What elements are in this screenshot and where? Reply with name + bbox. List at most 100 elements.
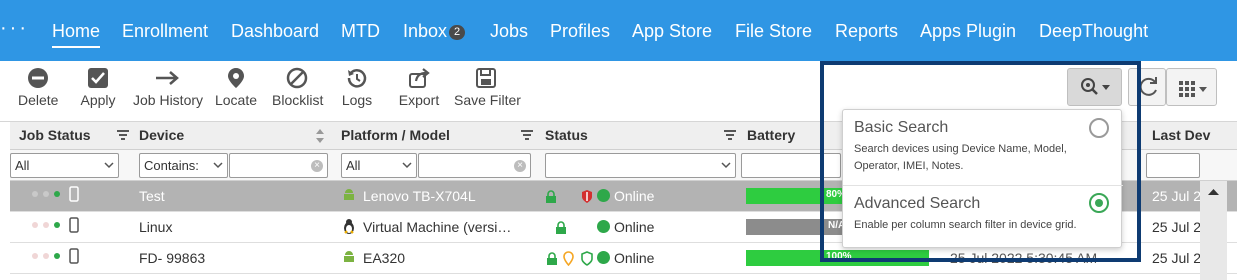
nav-inbox[interactable]: Inbox 2 xyxy=(403,20,466,42)
top-nav: ··· Home Enrollment Dashboard MTD Inbox 2… xyxy=(0,0,1237,61)
battery-label: 100% xyxy=(826,251,852,262)
col-job-status[interactable]: Job Status xyxy=(19,127,91,143)
map-pin-icon xyxy=(228,68,244,88)
basic-search-option[interactable]: Basic Search Search devices using Device… xyxy=(843,110,1123,186)
status-dot xyxy=(43,253,49,259)
clear-icon[interactable]: × xyxy=(311,160,323,172)
device-name[interactable]: Test xyxy=(139,188,165,204)
vertical-scrollbar[interactable] xyxy=(1200,181,1227,280)
platform-model: EA320 xyxy=(363,250,406,266)
device-filter-input[interactable]: × xyxy=(229,153,328,178)
nav-jobs[interactable]: Jobs xyxy=(490,20,528,42)
arrow-right-icon xyxy=(156,71,179,85)
phone-icon xyxy=(69,186,79,202)
menu-dots-icon[interactable]: ··· xyxy=(0,18,29,38)
last-device-time: 25 Jul 2 xyxy=(1152,250,1202,266)
nav-app-store[interactable]: App Store xyxy=(632,20,712,42)
col-battery[interactable]: Battery xyxy=(747,127,795,143)
col-device[interactable]: Device xyxy=(139,127,184,143)
search-mode-button[interactable] xyxy=(1067,68,1122,106)
online-dot xyxy=(597,251,610,264)
logs-button[interactable]: Logs xyxy=(340,67,374,108)
export-button[interactable]: Export xyxy=(398,67,440,108)
clear-icon[interactable]: × xyxy=(514,160,526,172)
delete-button[interactable]: Delete xyxy=(18,67,58,108)
blocklist-button[interactable]: Blocklist xyxy=(272,67,324,108)
nav-reports[interactable]: Reports xyxy=(835,20,898,42)
apply-label: Apply xyxy=(80,92,116,108)
chevron-down-icon xyxy=(104,162,114,169)
advanced-search-desc: Enable per column search filter in devic… xyxy=(854,219,1077,231)
inbox-count-badge: 2 xyxy=(449,25,466,40)
basic-search-radio[interactable] xyxy=(1089,118,1109,138)
nav-inbox-label: Inbox xyxy=(403,21,448,41)
nav-home[interactable]: Home xyxy=(52,20,101,48)
platform-filter-input[interactable]: × xyxy=(418,153,531,178)
device-name[interactable]: Linux xyxy=(139,219,172,235)
status-filter[interactable] xyxy=(545,153,736,178)
last-seen-time: 25 Jul 2022 5:30:45 AM xyxy=(950,250,1098,266)
scroll-up-icon[interactable] xyxy=(1200,185,1227,199)
last-device-time: 25 Jul 2 xyxy=(1152,188,1202,204)
sort-icon[interactable] xyxy=(315,128,325,144)
locate-button[interactable]: Locate xyxy=(214,67,258,108)
job-status-filter[interactable]: All xyxy=(10,153,119,178)
col-platform-model[interactable]: Platform / Model xyxy=(341,127,450,143)
refresh-button[interactable] xyxy=(1128,68,1166,106)
col-last-device[interactable]: Last Dev xyxy=(1152,127,1210,143)
job-status-filter-value: All xyxy=(15,158,30,173)
online-dot xyxy=(597,189,610,202)
nav-mtd[interactable]: MTD xyxy=(341,20,380,42)
status-text: Online xyxy=(614,188,655,204)
status-text: Online xyxy=(614,250,655,266)
nav-file-store[interactable]: File Store xyxy=(735,20,812,42)
advanced-search-title: Advanced Search xyxy=(854,195,981,212)
linux-icon xyxy=(344,219,354,234)
blocklist-label: Blocklist xyxy=(272,92,324,108)
platform-filter[interactable]: All xyxy=(341,153,417,178)
locate-label: Locate xyxy=(214,92,258,108)
chevron-down-icon xyxy=(402,162,412,169)
status-text: Online xyxy=(614,219,655,235)
advanced-search-radio[interactable] xyxy=(1089,193,1109,213)
platform-filter-value: All xyxy=(346,158,361,173)
lock-icon xyxy=(546,190,556,203)
basic-search-desc: Search devices using Device Name, Model,… xyxy=(854,143,1067,172)
job-history-label: Job History xyxy=(133,92,204,108)
checkbox-icon xyxy=(88,68,108,88)
status-dot xyxy=(54,191,60,197)
search-mode-menu: Basic Search Search devices using Device… xyxy=(842,109,1123,249)
job-status-indicator xyxy=(32,217,79,233)
status-dot xyxy=(43,222,49,228)
nav-profiles[interactable]: Profiles xyxy=(550,20,610,42)
save-filter-button[interactable]: Save Filter xyxy=(454,67,521,108)
save-filter-label: Save Filter xyxy=(454,92,521,108)
refresh-icon xyxy=(1139,77,1157,96)
share-icon xyxy=(409,68,430,88)
nav-apps-plugin[interactable]: Apps Plugin xyxy=(920,20,1016,42)
status-dot xyxy=(54,253,60,259)
advanced-search-option[interactable]: Advanced Search Enable per column search… xyxy=(843,186,1123,249)
nav-dashboard[interactable]: Dashboard xyxy=(231,20,319,42)
platform-model: Virtual Machine (versi… xyxy=(363,219,512,235)
phone-icon xyxy=(69,248,79,264)
job-history-button[interactable]: Job History xyxy=(133,67,204,108)
basic-search-title: Basic Search xyxy=(854,119,949,136)
apply-button[interactable]: Apply xyxy=(80,67,116,108)
device-filter-mode-value: Contains: xyxy=(144,158,199,173)
column-chooser-button[interactable] xyxy=(1166,68,1217,106)
col-status[interactable]: Status xyxy=(545,127,588,143)
history-icon xyxy=(347,69,367,88)
nav-enrollment[interactable]: Enrollment xyxy=(122,20,208,42)
filter-lines-icon[interactable] xyxy=(117,129,129,141)
delete-label: Delete xyxy=(18,92,59,108)
device-name[interactable]: FD- 99863 xyxy=(139,250,205,266)
battery-filter-input[interactable] xyxy=(741,153,841,178)
filter-lines-icon[interactable] xyxy=(521,129,533,141)
phone-icon xyxy=(69,217,79,233)
online-dot xyxy=(597,220,610,233)
filter-lines-icon[interactable] xyxy=(724,129,736,141)
device-filter-mode[interactable]: Contains: xyxy=(139,153,228,178)
nav-deepthought[interactable]: DeepThought xyxy=(1039,20,1148,42)
last-device-filter-input[interactable] xyxy=(1146,153,1200,178)
